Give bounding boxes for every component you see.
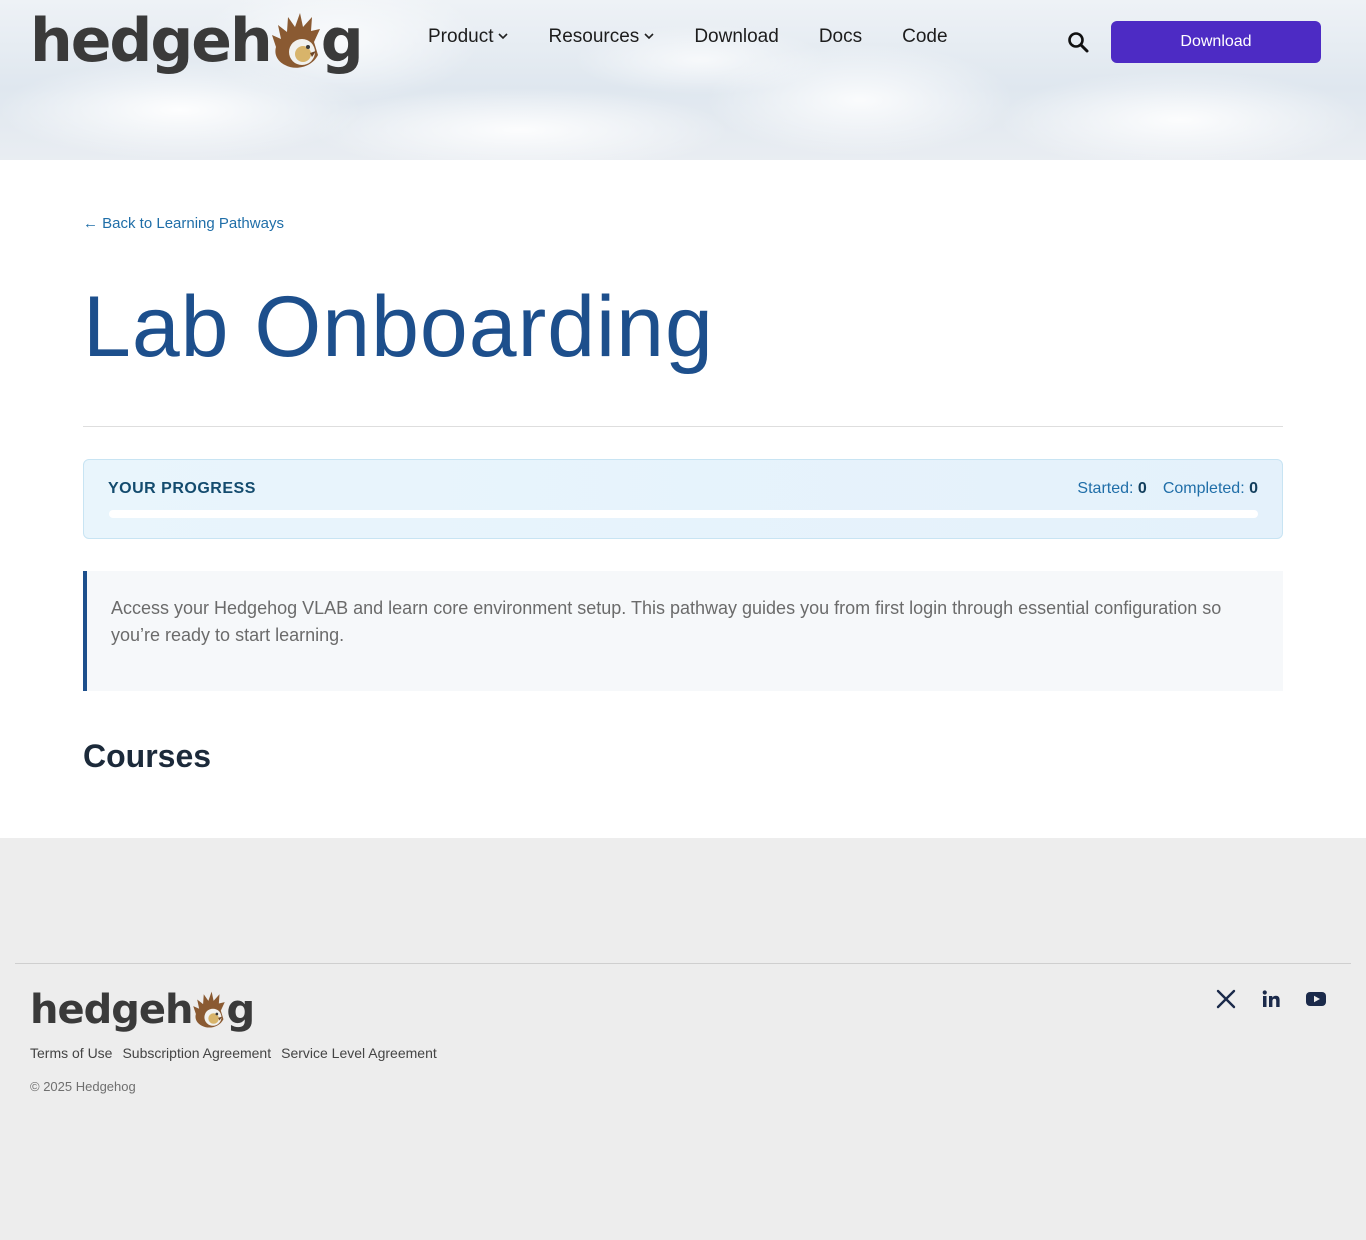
- title-divider: [83, 426, 1283, 427]
- completed-value: 0: [1249, 480, 1258, 497]
- logo-text-right: g: [320, 6, 364, 76]
- logo-text-left: hedgeh: [30, 6, 273, 76]
- nav-code-label: Code: [902, 26, 948, 47]
- linkedin-icon[interactable]: [1260, 988, 1282, 1010]
- site-header: hedgeh g Product Resources Download Docs…: [0, 0, 1366, 160]
- progress-label: YOUR PROGRESS: [108, 480, 256, 497]
- chevron-down-icon: [644, 31, 654, 43]
- started-label: Started:: [1077, 480, 1134, 497]
- main-content: ← Back to Learning Pathways Lab Onboardi…: [0, 160, 1366, 838]
- started-value: 0: [1137, 480, 1147, 497]
- footer-logo-text-right: g: [226, 987, 255, 1033]
- search-icon[interactable]: [1066, 30, 1090, 54]
- chevron-down-icon: [498, 31, 509, 43]
- page-title: Lab Onboarding: [83, 279, 714, 375]
- nav-docs[interactable]: Docs: [819, 26, 862, 48]
- footer-logo-text-left: hedgeh: [30, 987, 193, 1033]
- nav-docs-label: Docs: [818, 26, 863, 47]
- youtube-icon[interactable]: [1305, 988, 1327, 1010]
- footer-link-subscription[interactable]: Subscription Agreement: [122, 1045, 271, 1061]
- footer-link-terms[interactable]: Terms of Use: [30, 1045, 112, 1061]
- hedgehog-o-icon: [193, 989, 226, 1031]
- courses-heading: Courses: [83, 738, 212, 774]
- copyright: © 2025 Hedgehog: [30, 1079, 136, 1094]
- footer-link-sla[interactable]: Service Level Agreement: [281, 1045, 437, 1061]
- nav-resources[interactable]: Resources: [548, 26, 654, 48]
- nav-product-label: Product: [428, 26, 494, 47]
- back-to-pathways-link[interactable]: ← Back to Learning Pathways: [83, 215, 284, 232]
- footer-divider: [15, 963, 1351, 964]
- header-logo[interactable]: hedgeh g: [30, 6, 364, 76]
- nav-resources-label: Resources: [548, 26, 640, 47]
- nav-download[interactable]: Download: [694, 26, 779, 48]
- footer-logo[interactable]: hedgeh g: [30, 987, 255, 1033]
- nav-product[interactable]: Product: [428, 26, 509, 48]
- completed-stat: Completed: 0: [1163, 480, 1258, 498]
- completed-label: Completed:: [1162, 480, 1245, 497]
- hedgehog-o-icon: [271, 9, 320, 73]
- download-button[interactable]: Download: [1111, 21, 1321, 63]
- pathway-description-callout: Access your Hedgehog VLAB and learn core…: [83, 571, 1283, 691]
- main-nav: Product Resources Download Docs Code: [428, 26, 988, 48]
- progress-bar: [109, 510, 1258, 518]
- nav-download-label: Download: [694, 26, 779, 47]
- nav-code[interactable]: Code: [902, 26, 947, 48]
- pathway-description: Access your Hedgehog VLAB and learn core…: [111, 598, 1222, 645]
- progress-panel: YOUR PROGRESS Started: 0 Completed: 0: [83, 459, 1283, 539]
- started-stat: Started: 0: [1077, 480, 1146, 498]
- footer-links: Terms of Use Subscription Agreement Serv…: [30, 1045, 447, 1061]
- progress-stats: Started: 0 Completed: 0: [1061, 480, 1258, 498]
- x-icon[interactable]: [1215, 988, 1237, 1010]
